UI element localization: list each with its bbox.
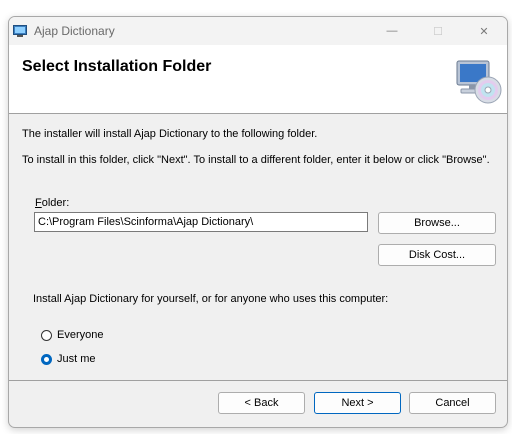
instructions-text: To install in this folder, click "Next".… <box>22 154 490 166</box>
footer-divider <box>9 380 507 381</box>
folder-label-accelerator: F <box>35 197 42 209</box>
next-button[interactable]: Next > <box>314 392 401 414</box>
maximize-icon: ☐ <box>433 25 443 38</box>
minimize-icon: — <box>386 25 398 37</box>
everyone-radio-option[interactable]: Everyone <box>41 329 103 341</box>
disk-cost-button[interactable]: Disk Cost... <box>378 244 496 266</box>
just-me-radio-label: Just me <box>57 353 96 365</box>
title-bar[interactable]: Ajap Dictionary — ☐ ✕ <box>9 17 507 45</box>
minimize-button[interactable]: — <box>369 17 415 45</box>
maximize-button[interactable]: ☐ <box>415 17 461 45</box>
cancel-button[interactable]: Cancel <box>409 392 496 414</box>
just-me-radio-option[interactable]: Just me <box>41 353 96 365</box>
everyone-radio-label: Everyone <box>57 329 104 341</box>
close-icon: ✕ <box>479 25 489 38</box>
install-scope-prompt: Install Ajap Dictionary for yourself, or… <box>33 293 389 305</box>
close-button[interactable]: ✕ <box>461 17 507 45</box>
window-title: Ajap Dictionary <box>34 24 115 38</box>
browse-button[interactable]: Browse... <box>378 212 496 234</box>
just-me-radio-button[interactable] <box>41 353 52 365</box>
back-button[interactable]: < Back <box>218 392 305 414</box>
computer-disc-icon <box>456 60 502 104</box>
installer-app-icon <box>13 25 27 37</box>
everyone-radio-button[interactable] <box>41 329 52 341</box>
header-banner: Select Installation Folder <box>9 45 507 114</box>
folder-label: Folder: <box>35 197 69 209</box>
folder-label-text: older: <box>41 197 70 209</box>
folder-path-input[interactable] <box>34 212 368 232</box>
page-title: Select Installation Folder <box>22 58 212 75</box>
installer-window: Ajap Dictionary — ☐ ✕ Select Installatio… <box>8 16 508 428</box>
intro-text: The installer will install Ajap Dictiona… <box>22 128 318 140</box>
